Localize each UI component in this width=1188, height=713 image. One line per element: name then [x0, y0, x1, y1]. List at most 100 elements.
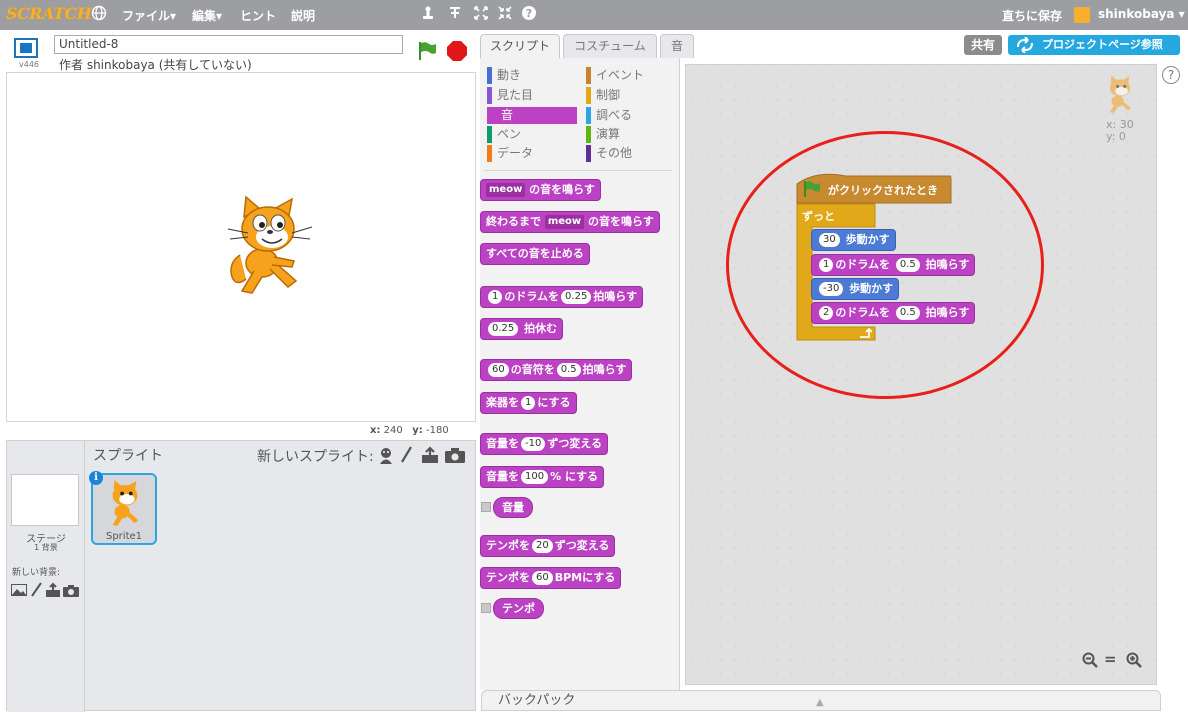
- rest-block[interactable]: 0.25 拍休む: [480, 318, 564, 340]
- sound-dropdown[interactable]: meow: [486, 183, 526, 197]
- category-label: ペン: [497, 127, 522, 141]
- duplicate-tool-icon[interactable]: [419, 5, 437, 23]
- version-label: v446: [19, 60, 40, 69]
- backpack-bar[interactable]: バックパック ▲: [481, 690, 1161, 711]
- save-now-link[interactable]: 直ちに保存: [1002, 7, 1062, 24]
- beats-input[interactable]: 0.25: [488, 322, 519, 336]
- sprite-thumbnail[interactable]: i Sprite1: [89, 471, 157, 545]
- category-color-bar: [487, 145, 492, 162]
- refresh-arrows-icon: [1014, 36, 1036, 60]
- paint-sprite-icon[interactable]: [399, 446, 413, 464]
- category-events[interactable]: イベント: [586, 67, 676, 84]
- category-color-bar: [487, 126, 492, 143]
- menu-bar: SCRATCH ファイル▾ 編集▾ ヒント 説明 ? 直ちに保存 shinkob…: [0, 0, 1188, 30]
- zoom-out-icon[interactable]: [1082, 652, 1098, 671]
- note-input[interactable]: 60: [488, 363, 509, 377]
- category-color-bar: [586, 126, 591, 143]
- backpack-label: バックパック: [498, 693, 576, 708]
- block-text: 楽器を: [486, 396, 519, 409]
- sprite-library-icon[interactable]: [377, 446, 395, 464]
- upload-sprite-icon[interactable]: [421, 446, 439, 464]
- stage-header: v446 Untitled-8 作者 shinkobaya (共有していない): [6, 32, 476, 72]
- expand-arrow-icon[interactable]: ▲: [816, 693, 824, 713]
- stop-all-sounds-block[interactable]: すべての音を止める: [480, 243, 590, 265]
- help-panel-icon[interactable]: ?: [1162, 66, 1180, 84]
- category-sound[interactable]: 音: [487, 107, 577, 124]
- share-button[interactable]: 共有: [964, 35, 1002, 55]
- play-note-block[interactable]: 60 の音符を 0.5 拍鳴らす: [480, 359, 633, 381]
- volume-reporter[interactable]: 音量: [493, 497, 533, 518]
- instrument-input[interactable]: 1: [521, 396, 536, 410]
- category-operators[interactable]: 演算: [586, 126, 676, 143]
- category-more-blocks[interactable]: その他: [586, 145, 676, 162]
- category-pen[interactable]: ペン: [487, 126, 577, 143]
- paint-backdrop-icon[interactable]: [29, 582, 43, 598]
- tempo-reporter[interactable]: テンポ: [493, 598, 544, 619]
- category-data[interactable]: データ: [487, 145, 577, 162]
- green-flag-button[interactable]: [416, 40, 438, 65]
- globe-icon[interactable]: [90, 5, 108, 23]
- tempo-checkbox[interactable]: [481, 603, 491, 613]
- sound-dropdown[interactable]: meow: [544, 215, 585, 229]
- category-motion[interactable]: 動き: [487, 67, 577, 84]
- upload-backdrop-icon[interactable]: [45, 582, 61, 598]
- block-text: % にする: [550, 470, 599, 483]
- file-menu[interactable]: ファイル▾: [122, 7, 176, 24]
- set-instrument-block[interactable]: 楽器を 1 にする: [480, 392, 577, 414]
- play-drum-block[interactable]: 1 のドラムを 0.25 拍鳴らす: [480, 286, 644, 308]
- play-sound-block[interactable]: meow の音を鳴らす: [480, 179, 601, 201]
- grow-tool-icon[interactable]: [472, 5, 490, 23]
- scratch-logo[interactable]: SCRATCH: [6, 4, 92, 23]
- block-text: の音を鳴らす: [588, 215, 654, 228]
- tempo-change-input[interactable]: 20: [532, 539, 553, 553]
- user-menu[interactable]: shinkobaya ▾: [1098, 7, 1185, 21]
- info-icon[interactable]: i: [89, 471, 103, 485]
- see-project-page-button[interactable]: プロジェクトページ参照: [1008, 35, 1180, 55]
- cut-tool-icon[interactable]: [446, 5, 464, 23]
- project-title-input[interactable]: Untitled-8: [54, 35, 403, 54]
- cat-sprite[interactable]: [222, 195, 314, 302]
- zoom-reset-button[interactable]: =: [1104, 650, 1117, 668]
- category-color-bar: [586, 67, 591, 84]
- camera-backdrop-icon[interactable]: [63, 584, 79, 597]
- set-tempo-block[interactable]: テンポを 60 BPMにする: [480, 567, 622, 589]
- about-menu[interactable]: 説明: [291, 7, 315, 24]
- drum-input[interactable]: 1: [488, 290, 503, 304]
- stage-canvas[interactable]: [6, 72, 476, 422]
- change-tempo-block[interactable]: テンポを 20 ずつ変える: [480, 535, 616, 557]
- user-avatar[interactable]: [1074, 7, 1090, 23]
- zoom-in-icon[interactable]: [1126, 652, 1142, 671]
- tab-sounds[interactable]: 音: [660, 34, 694, 58]
- category-color-bar: [586, 145, 591, 162]
- shrink-tool-icon[interactable]: [496, 5, 514, 23]
- volume-input[interactable]: 100: [521, 470, 549, 484]
- stage-thumbnail[interactable]: [11, 474, 79, 526]
- beats-input[interactable]: 0.5: [556, 363, 581, 377]
- volume-change-input[interactable]: -10: [521, 437, 546, 451]
- category-sensing[interactable]: 調べる: [586, 107, 676, 124]
- beats-input[interactable]: 0.25: [561, 290, 592, 304]
- set-volume-block[interactable]: 音量を 100% にする: [480, 466, 605, 488]
- edit-menu[interactable]: 編集▾: [192, 7, 222, 24]
- volume-checkbox[interactable]: [481, 502, 491, 512]
- category-color-bar: [586, 87, 591, 104]
- backdrop-library-icon[interactable]: [11, 584, 27, 596]
- play-sound-until-done-block[interactable]: 終わるまで meow の音を鳴らす: [480, 211, 660, 233]
- tab-scripts[interactable]: スクリプト: [480, 34, 560, 58]
- change-volume-block[interactable]: 音量を -10 ずつ変える: [480, 433, 609, 455]
- category-looks[interactable]: 見た目: [487, 87, 577, 104]
- stop-button[interactable]: [446, 40, 468, 65]
- help-icon[interactable]: ?: [520, 5, 538, 23]
- category-color-bar: [487, 87, 492, 104]
- tab-costumes[interactable]: コスチューム: [563, 34, 657, 58]
- tempo-input[interactable]: 60: [532, 571, 553, 585]
- block-text: 拍休む: [524, 322, 558, 335]
- palette-divider: [484, 170, 672, 171]
- camera-sprite-icon[interactable]: [445, 448, 465, 463]
- sprite-corner-thumbnail: [1102, 74, 1138, 119]
- category-control[interactable]: 制御: [586, 87, 676, 104]
- fullscreen-icon[interactable]: [14, 38, 38, 58]
- category-color-bar: [586, 107, 591, 124]
- new-backdrop-label: 新しい背景:: [12, 568, 61, 578]
- tips-menu[interactable]: ヒント: [240, 7, 276, 24]
